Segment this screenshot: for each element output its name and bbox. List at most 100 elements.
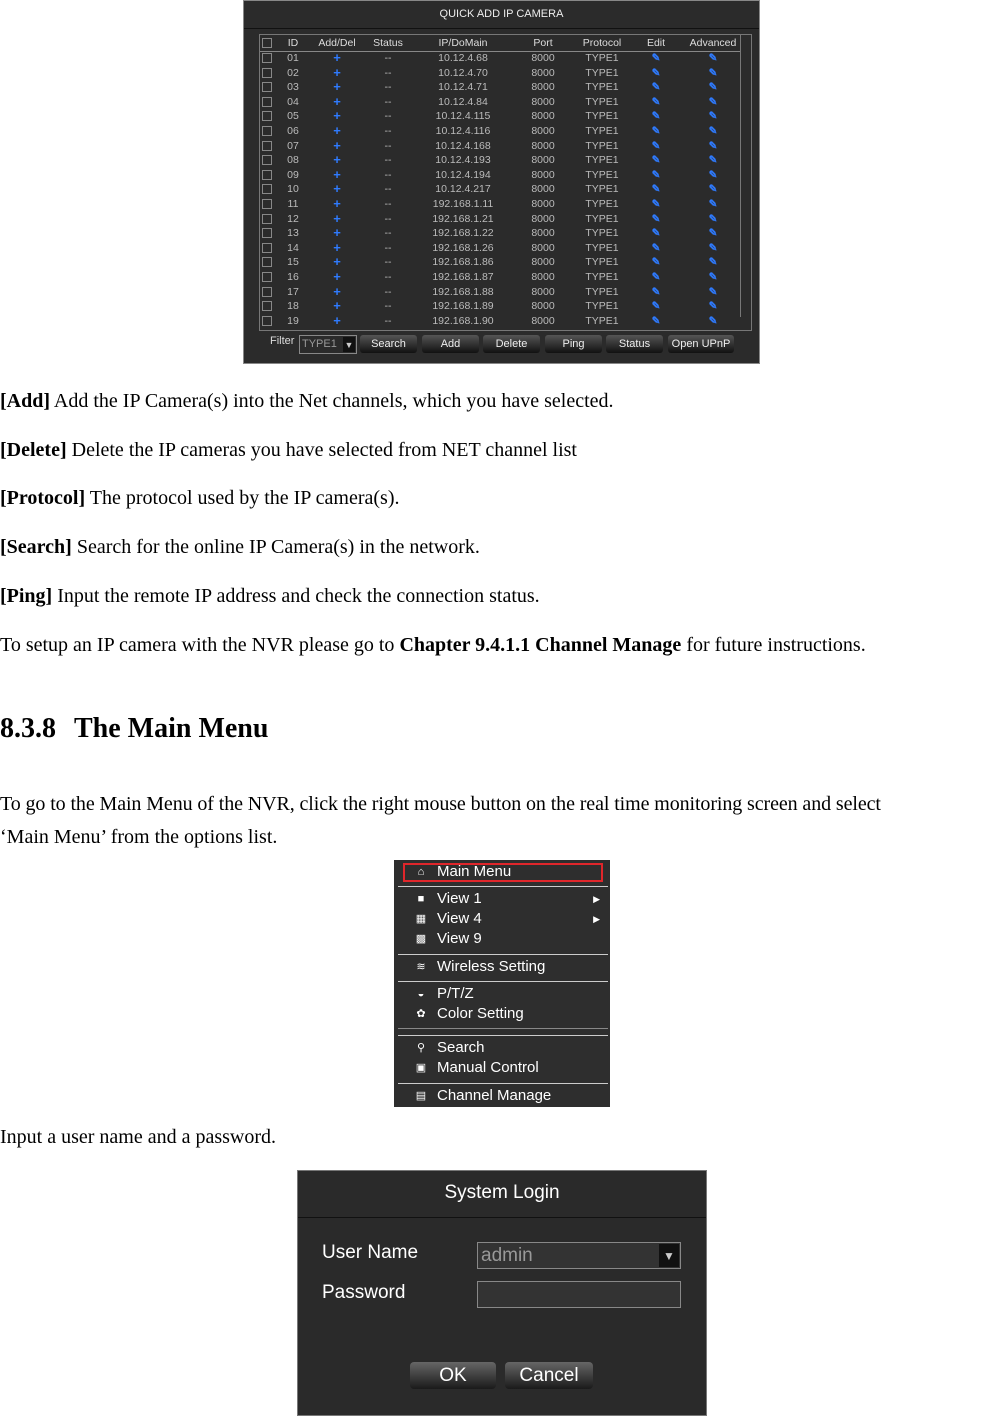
edit-icon[interactable]: ✎: [652, 168, 661, 182]
row-checkbox[interactable]: [262, 184, 272, 195]
add-icon[interactable]: +: [333, 226, 341, 240]
advanced-edit-icon[interactable]: ✎: [709, 95, 718, 109]
row-checkbox[interactable]: [262, 228, 272, 239]
row-checkbox[interactable]: [262, 140, 272, 151]
add-icon[interactable]: +: [333, 153, 341, 167]
advanced-edit-icon[interactable]: ✎: [709, 182, 718, 196]
ping-button[interactable]: Ping: [545, 335, 602, 353]
menu-item-view-1[interactable]: ■ View 1 ▶: [394, 889, 610, 909]
table-row[interactable]: +17 -- 192.168.1.88 8000 TYPE1 ✎ ✎: [260, 284, 740, 300]
row-checkbox[interactable]: [262, 315, 272, 326]
advanced-edit-icon[interactable]: ✎: [709, 109, 718, 123]
table-row[interactable]: +02 -- 10.12.4.70 8000 TYPE1 ✎ ✎: [260, 65, 740, 81]
row-checkbox[interactable]: [262, 111, 272, 122]
table-row[interactable]: +07 -- 10.12.4.168 8000 TYPE1 ✎ ✎: [260, 138, 740, 154]
row-checkbox[interactable]: [262, 199, 272, 209]
edit-icon[interactable]: ✎: [652, 80, 661, 94]
table-row[interactable]: +05 -- 10.12.4.115 8000 TYPE1 ✎ ✎: [260, 109, 740, 124]
add-icon[interactable]: +: [333, 167, 341, 182]
menu-item-ptz[interactable]: ◒ P/T/Z: [394, 984, 610, 1004]
advanced-edit-icon[interactable]: ✎: [709, 299, 718, 313]
edit-icon[interactable]: ✎: [652, 109, 661, 123]
menu-item-view-9[interactable]: ▩ View 9: [394, 929, 610, 949]
advanced-edit-icon[interactable]: ✎: [709, 314, 718, 328]
edit-icon[interactable]: ✎: [652, 124, 661, 138]
table-row[interactable]: +16 -- 192.168.1.87 8000 TYPE1 ✎ ✎: [260, 270, 740, 285]
table-row[interactable]: +15 -- 192.168.1.86 8000 TYPE1 ✎ ✎: [260, 255, 740, 270]
edit-icon[interactable]: ✎: [652, 299, 661, 313]
table-row[interactable]: +08 -- 10.12.4.193 8000 TYPE1 ✎ ✎: [260, 153, 740, 168]
menu-item-channel-manage[interactable]: ▤ Channel Manage: [394, 1086, 610, 1106]
user-name-select[interactable]: admin ▼: [477, 1242, 681, 1269]
edit-icon[interactable]: ✎: [652, 153, 661, 167]
add-icon[interactable]: +: [333, 211, 341, 226]
menu-item-main-menu[interactable]: ⌂ Main Menu: [394, 862, 610, 882]
open-upnp-button[interactable]: Open UPnP: [668, 335, 734, 353]
advanced-edit-icon[interactable]: ✎: [709, 80, 718, 94]
advanced-edit-icon[interactable]: ✎: [709, 139, 718, 153]
table-row[interactable]: +11 -- 192.168.1.11 8000 TYPE1 ✎ ✎: [260, 197, 740, 212]
advanced-edit-icon[interactable]: ✎: [709, 226, 718, 240]
edit-icon[interactable]: ✎: [652, 255, 661, 269]
edit-icon[interactable]: ✎: [652, 139, 661, 153]
table-row[interactable]: +12 -- 192.168.1.21 8000 TYPE1 ✎ ✎: [260, 211, 740, 227]
advanced-edit-icon[interactable]: ✎: [709, 168, 718, 182]
advanced-edit-icon[interactable]: ✎: [709, 51, 718, 65]
edit-icon[interactable]: ✎: [652, 270, 661, 284]
table-row[interactable]: +13 -- 192.168.1.22 8000 TYPE1 ✎ ✎: [260, 226, 740, 241]
advanced-edit-icon[interactable]: ✎: [709, 285, 718, 299]
cancel-button[interactable]: Cancel: [505, 1362, 593, 1389]
edit-icon[interactable]: ✎: [652, 95, 661, 109]
edit-icon[interactable]: ✎: [652, 314, 661, 328]
table-row[interactable]: +18 -- 192.168.1.89 8000 TYPE1 ✎ ✎: [260, 299, 740, 314]
add-icon[interactable]: +: [333, 284, 341, 299]
row-checkbox[interactable]: [262, 242, 272, 253]
advanced-edit-icon[interactable]: ✎: [709, 124, 718, 138]
edit-icon[interactable]: ✎: [652, 212, 661, 226]
search-button[interactable]: Search: [360, 335, 417, 353]
row-checkbox[interactable]: [262, 257, 272, 268]
edit-icon[interactable]: ✎: [652, 241, 661, 255]
table-row[interactable]: +06 -- 10.12.4.116 8000 TYPE1 ✎ ✎: [260, 124, 740, 139]
add-icon[interactable]: +: [333, 270, 341, 284]
table-scrollbar[interactable]: [740, 35, 751, 317]
row-checkbox[interactable]: [262, 96, 272, 107]
row-checkbox[interactable]: [262, 67, 272, 78]
row-checkbox[interactable]: [262, 272, 272, 282]
add-icon[interactable]: +: [333, 124, 341, 138]
row-checkbox[interactable]: [262, 126, 272, 136]
row-checkbox[interactable]: [262, 53, 272, 63]
advanced-edit-icon[interactable]: ✎: [709, 153, 718, 167]
row-checkbox[interactable]: [262, 301, 272, 312]
add-icon[interactable]: +: [333, 299, 341, 313]
delete-button[interactable]: Delete: [483, 335, 540, 353]
row-checkbox[interactable]: [262, 286, 272, 297]
filter-select[interactable]: TYPE1 ▼: [299, 335, 357, 354]
add-icon[interactable]: +: [333, 51, 341, 65]
menu-item-color-setting[interactable]: ✿ Color Setting: [394, 1004, 610, 1024]
row-checkbox[interactable]: [262, 155, 272, 166]
menu-item-manual-control[interactable]: ▣ Manual Control: [394, 1058, 610, 1078]
table-row[interactable]: +14 -- 192.168.1.26 8000 TYPE1 ✎ ✎: [260, 240, 740, 256]
advanced-edit-icon[interactable]: ✎: [709, 212, 718, 226]
advanced-edit-icon[interactable]: ✎: [709, 270, 718, 284]
table-row[interactable]: +09 -- 10.12.4.194 8000 TYPE1 ✎ ✎: [260, 167, 740, 183]
row-checkbox[interactable]: [262, 213, 272, 224]
add-icon[interactable]: +: [333, 182, 341, 196]
status-button[interactable]: Status: [606, 335, 663, 353]
add-icon[interactable]: +: [333, 80, 341, 94]
advanced-edit-icon[interactable]: ✎: [709, 241, 718, 255]
table-row[interactable]: +19 -- 192.168.1.90 8000 TYPE1 ✎ ✎: [260, 313, 740, 329]
advanced-edit-icon[interactable]: ✎: [709, 255, 718, 269]
edit-icon[interactable]: ✎: [652, 285, 661, 299]
add-icon[interactable]: +: [333, 313, 341, 328]
table-row[interactable]: +04 -- 10.12.4.84 8000 TYPE1 ✎ ✎: [260, 94, 740, 110]
edit-icon[interactable]: ✎: [652, 66, 661, 80]
edit-icon[interactable]: ✎: [652, 197, 661, 211]
menu-item-wireless-setting[interactable]: ≋ Wireless Setting: [394, 957, 610, 977]
row-checkbox[interactable]: [262, 169, 272, 180]
add-icon[interactable]: +: [333, 138, 341, 153]
password-field[interactable]: [477, 1281, 681, 1308]
add-icon[interactable]: +: [333, 197, 341, 211]
table-row[interactable]: +03 -- 10.12.4.71 8000 TYPE1 ✎ ✎: [260, 80, 740, 95]
